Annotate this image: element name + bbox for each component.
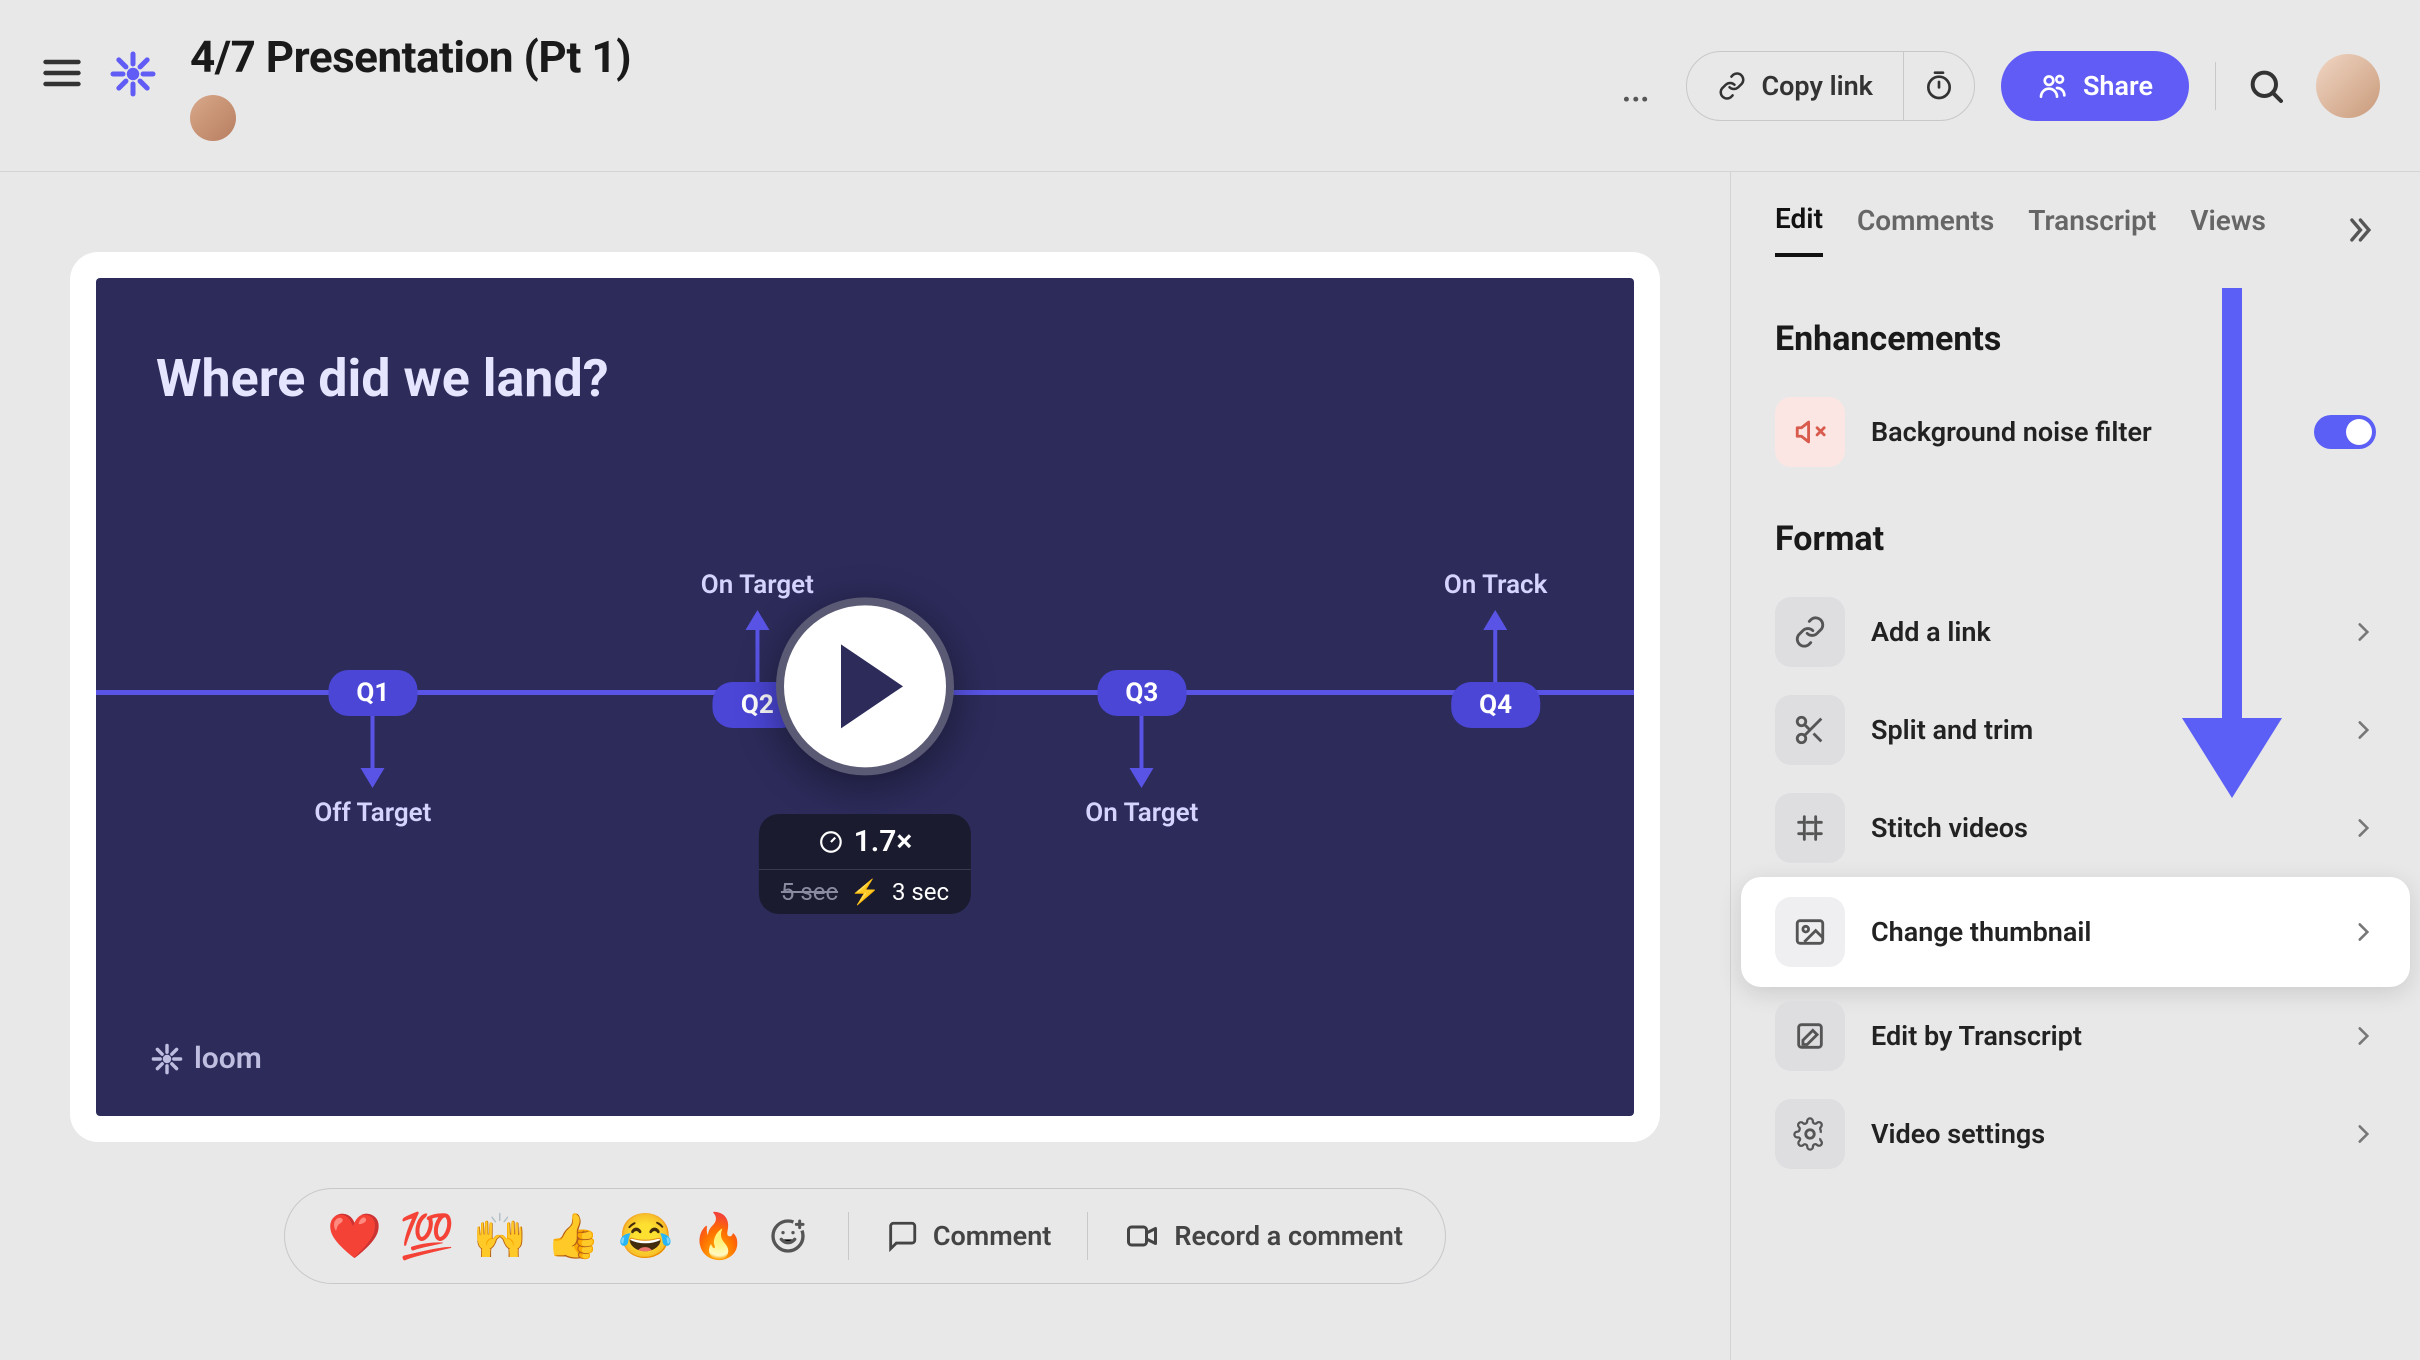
loom-watermark: loom — [150, 1041, 262, 1076]
divider — [2215, 62, 2216, 110]
format-label: Stitch videos — [1871, 812, 2028, 844]
more-options-button[interactable]: … — [1612, 62, 1660, 110]
record-comment-button[interactable]: Record a comment — [1124, 1218, 1403, 1254]
comment-label: Comment — [933, 1220, 1052, 1252]
collapse-sidebar-button[interactable] — [2342, 213, 2376, 247]
link-icon — [1717, 71, 1747, 101]
menu-button[interactable] — [40, 51, 84, 95]
scissors-icon — [1775, 695, 1845, 765]
reaction-bar: ❤️ 💯 🙌 👍 😂 🔥 Comment Record a comment — [284, 1188, 1446, 1284]
smiley-plus-icon — [768, 1216, 808, 1256]
tab-views[interactable]: Views — [2190, 204, 2266, 255]
chevron-right-icon — [2350, 717, 2376, 743]
gear-icon — [1775, 1099, 1845, 1169]
reaction-emoji[interactable]: 😂 — [618, 1210, 673, 1262]
gauge-icon — [818, 829, 844, 855]
reaction-emoji[interactable]: 👍 — [545, 1210, 600, 1262]
loom-logo-icon — [108, 49, 158, 99]
comment-button[interactable]: Comment — [885, 1219, 1052, 1253]
reaction-emoji[interactable]: 🔥 — [691, 1210, 746, 1262]
copy-link-button[interactable]: Copy link — [1687, 52, 1903, 120]
speed-compare: 5 sec ⚡ 3 sec — [759, 869, 971, 914]
timeline-item: Q1Off Target — [314, 670, 431, 838]
hamburger-icon — [40, 51, 84, 95]
video-card[interactable]: Where did we land? Q1Off TargetOn Target… — [70, 252, 1660, 1142]
search-icon — [2246, 66, 2286, 106]
stopwatch-icon — [1923, 70, 1955, 102]
comment-icon — [885, 1219, 919, 1253]
chevrons-right-icon — [2342, 213, 2376, 247]
copy-link-pill: Copy link — [1686, 51, 1974, 121]
format-label: Split and trim — [1871, 714, 2033, 746]
stitch-icon — [1775, 793, 1845, 863]
timeline-item: Q3On Target — [1085, 670, 1198, 838]
enhancements-title: Enhancements — [1731, 281, 2420, 383]
main: Where did we land? Q1Off TargetOn Target… — [0, 172, 2420, 1360]
play-icon — [841, 644, 903, 728]
title-block: 4/7 Presentation (Pt 1) — [190, 31, 631, 141]
tab-edit[interactable]: Edit — [1775, 202, 1823, 257]
sidebar-tabs: Edit Comments Transcript Views — [1731, 202, 2420, 281]
video-frame: Where did we land? Q1Off TargetOn Target… — [96, 278, 1634, 1116]
chevron-right-icon — [2350, 919, 2376, 945]
noise-filter-row[interactable]: Background noise filter — [1731, 383, 2420, 481]
format-title: Format — [1731, 481, 2420, 583]
reaction-emoji[interactable]: 🙌 — [473, 1210, 528, 1262]
right-sidebar: Edit Comments Transcript Views Enhancements… — [1730, 172, 2420, 1360]
link-icon — [1775, 597, 1845, 667]
loom-logo-icon — [150, 1042, 184, 1076]
play-button[interactable] — [776, 597, 954, 775]
chevron-right-icon — [2350, 1121, 2376, 1147]
format-row-gear[interactable]: Video settings — [1731, 1085, 2420, 1183]
top-bar: 4/7 Presentation (Pt 1) … Copy link Shar… — [0, 0, 2420, 172]
bolt-icon: ⚡ — [850, 878, 880, 906]
tab-comments[interactable]: Comments — [1857, 204, 1994, 255]
profile-avatar[interactable] — [2316, 54, 2380, 118]
noise-filter-toggle[interactable] — [2314, 415, 2376, 449]
format-row-stitch[interactable]: Stitch videos — [1731, 779, 2420, 877]
noise-filter-label: Background noise filter — [1871, 416, 2152, 448]
copy-link-label: Copy link — [1761, 70, 1872, 102]
share-button[interactable]: Share — [2001, 51, 2189, 121]
slide-title: Where did we land? — [156, 348, 1574, 409]
format-row-scissors[interactable]: Split and trim — [1731, 681, 2420, 779]
reaction-emoji[interactable]: ❤️ — [327, 1210, 382, 1262]
chevron-right-icon — [2350, 1023, 2376, 1049]
edit-icon — [1775, 1001, 1845, 1071]
reaction-emoji[interactable]: 💯 — [400, 1210, 455, 1262]
format-row-edit[interactable]: Edit by Transcript — [1731, 987, 2420, 1085]
search-button[interactable] — [2242, 62, 2290, 110]
timeline-item: On TrackQ4 — [1444, 560, 1548, 728]
page-title: 4/7 Presentation (Pt 1) — [190, 31, 631, 83]
top-bar-left: 4/7 Presentation (Pt 1) — [40, 31, 631, 141]
stage-column: Where did we land? Q1Off TargetOn Target… — [0, 172, 1730, 1360]
speed-rate: 1.7× — [759, 814, 971, 869]
chevron-right-icon — [2350, 619, 2376, 645]
mute-icon — [1775, 397, 1845, 467]
people-icon — [2037, 70, 2069, 102]
format-row-link[interactable]: Add a link — [1731, 583, 2420, 681]
owner-avatar[interactable] — [190, 95, 236, 141]
video-icon — [1124, 1218, 1160, 1254]
image-icon — [1775, 897, 1845, 967]
speed-tooltip: 1.7× 5 sec ⚡ 3 sec — [759, 814, 971, 914]
timer-button[interactable] — [1904, 70, 1974, 102]
format-label: Add a link — [1871, 616, 1991, 648]
chevron-right-icon — [2350, 815, 2376, 841]
app-logo[interactable] — [108, 49, 158, 99]
top-bar-right: … Copy link Share — [1612, 51, 2380, 121]
tab-transcript[interactable]: Transcript — [2028, 204, 2156, 255]
add-reaction-button[interactable] — [764, 1212, 812, 1260]
format-label: Change thumbnail — [1871, 916, 2091, 948]
share-label: Share — [2083, 70, 2153, 102]
format-label: Video settings — [1871, 1118, 2045, 1150]
format-label: Edit by Transcript — [1871, 1020, 2082, 1052]
format-row-image[interactable]: Change thumbnail — [1741, 877, 2410, 987]
record-label: Record a comment — [1174, 1220, 1403, 1252]
